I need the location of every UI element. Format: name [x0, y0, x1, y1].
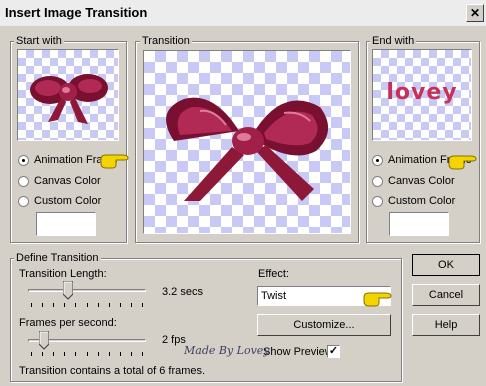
help-button[interactable]: Help	[412, 314, 480, 336]
start-with-label: Start with	[14, 35, 64, 47]
slider-tick	[142, 352, 143, 356]
slider-tick	[31, 352, 32, 356]
slider-tick	[131, 303, 132, 307]
slider-tick	[98, 303, 99, 307]
start-radio-canvas-color[interactable]: Canvas Color	[18, 174, 101, 188]
slider-tick	[87, 352, 88, 356]
slider-tick	[42, 303, 43, 307]
help-button-label: Help	[434, 319, 458, 331]
end-custom-color-swatch[interactable]	[389, 212, 449, 236]
slider-tick	[64, 303, 65, 307]
transition-length-slider-thumb[interactable]	[63, 281, 73, 300]
slider-tick	[142, 303, 143, 307]
ok-button[interactable]: OK	[412, 254, 480, 276]
transition-summary: Transition contains a total of 6 frames.	[19, 365, 206, 377]
close-icon: ✕	[469, 6, 481, 20]
pointing-hand-icon	[100, 154, 129, 169]
slider-tick	[75, 352, 76, 356]
slider-tick	[120, 352, 121, 356]
slider-tick	[64, 352, 65, 356]
start-preview	[17, 49, 119, 141]
slider-tick	[42, 352, 43, 356]
transition-preview	[143, 50, 351, 234]
end-with-label: End with	[370, 35, 417, 47]
end-preview-text: lovey	[386, 80, 458, 105]
slider-tick	[87, 303, 88, 307]
transition-label: Transition	[140, 35, 192, 47]
radio-selected-icon	[372, 154, 383, 166]
slider-tick	[109, 352, 110, 356]
fps-slider-thumb[interactable]	[39, 331, 49, 350]
end-radio-canvas-color[interactable]: Canvas Color	[372, 174, 455, 188]
dialog-title: Insert Image Transition	[5, 5, 148, 20]
slider-tick	[75, 303, 76, 307]
radio-icon	[18, 195, 29, 207]
end-radio-label-2: Custom Color	[388, 195, 456, 207]
start-custom-color-swatch[interactable]	[36, 212, 96, 236]
customize-button-label: Customize...	[293, 319, 355, 331]
slider-tick	[53, 352, 54, 356]
transition-length-ticks	[31, 303, 143, 307]
cancel-button-label: Cancel	[428, 289, 464, 301]
pointing-hand-icon	[363, 292, 392, 307]
slider-tick	[131, 352, 132, 356]
slider-tick	[53, 303, 54, 307]
fps-label: Frames per second:	[19, 317, 117, 329]
radio-selected-icon	[18, 154, 29, 166]
start-radio-label-2: Custom Color	[34, 195, 102, 207]
effect-value: Twist	[261, 290, 287, 302]
transition-length-track[interactable]	[28, 289, 146, 292]
title-bar[interactable]: Insert Image Transition ✕	[0, 0, 486, 26]
slider-tick	[98, 352, 99, 356]
transition-length-value: 3.2 secs	[162, 286, 203, 298]
end-radio-custom-color[interactable]: Custom Color	[372, 194, 455, 208]
radio-icon	[18, 175, 29, 187]
dialog-window: Insert Image Transition ✕ Start with Ani…	[0, 0, 486, 386]
bow-image-start	[30, 74, 108, 124]
pointing-hand-icon	[448, 155, 477, 170]
slider-tick	[120, 303, 121, 307]
start-radio-label-1: Canvas Color	[34, 175, 101, 187]
watermark-text: Made By Lovey	[184, 344, 270, 357]
show-preview-label: Show Preview	[263, 346, 333, 358]
checkmark-icon: ✓	[328, 345, 339, 357]
bow-image-transition	[166, 97, 329, 201]
transition-length-label: Transition Length:	[19, 268, 107, 280]
slider-tick	[109, 303, 110, 307]
end-radio-label-1: Canvas Color	[388, 175, 455, 187]
show-preview-checkbox[interactable]: ✓	[327, 345, 340, 358]
cancel-button[interactable]: Cancel	[412, 284, 480, 306]
fps-value: 2 fps	[162, 334, 186, 346]
end-preview: lovey	[372, 49, 472, 141]
start-radio-custom-color[interactable]: Custom Color	[18, 194, 101, 208]
effect-label: Effect:	[258, 268, 289, 280]
fps-ticks	[31, 352, 143, 356]
slider-tick	[31, 303, 32, 307]
radio-icon	[372, 195, 383, 207]
close-button[interactable]: ✕	[466, 4, 484, 22]
customize-button[interactable]: Customize...	[257, 314, 391, 336]
define-transition-label: Define Transition	[14, 252, 101, 264]
radio-icon	[372, 175, 383, 187]
ok-button-label: OK	[438, 259, 454, 271]
